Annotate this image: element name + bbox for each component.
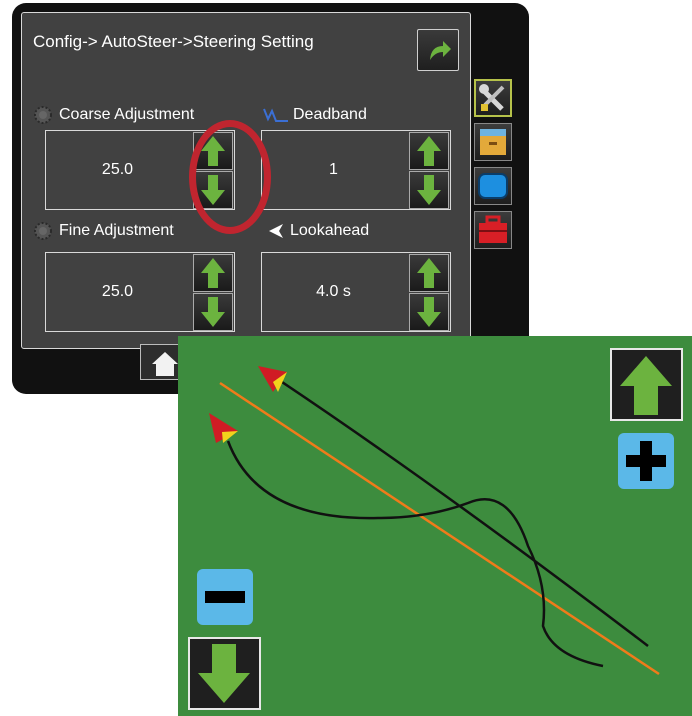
lookahead-text: Lookahead (290, 222, 370, 239)
minus-button[interactable] (197, 569, 253, 625)
deadband-label: Deadband (263, 105, 367, 125)
minus-icon (205, 591, 245, 603)
arrow-down-icon (417, 297, 441, 327)
coarse-adjustment-value: 25.0 (101, 161, 134, 178)
fine-adjustment-text: Fine Adjustment (59, 222, 174, 239)
guidance-line (219, 381, 660, 676)
toolbox-icon (479, 215, 507, 243)
fine-increase-button[interactable] (193, 254, 233, 292)
arrow-up-icon (620, 356, 672, 415)
fine-adjustment-field: 25.0 (45, 252, 235, 332)
lookahead-label: Lookahead (266, 221, 369, 241)
vehicle-marker-upper (258, 366, 287, 392)
deadband-icon (263, 108, 288, 122)
arrow-down-icon (201, 297, 225, 327)
plus-icon (626, 441, 666, 481)
return-arrow-icon (430, 41, 451, 60)
coarse-adjustment-label: Coarse Adjustment (33, 105, 194, 125)
sidebar-item-data[interactable] (474, 123, 512, 161)
wrench-screwdriver-icon (479, 84, 505, 111)
deadband-text: Deadband (293, 106, 367, 123)
steering-setting-screen: Config-> AutoSteer->Steering Setting Coa… (21, 12, 471, 349)
gear-icon (34, 106, 52, 124)
deadband-value: 1 (329, 161, 338, 178)
sidebar-item-display[interactable] (474, 167, 512, 205)
zoom-out-button[interactable] (188, 637, 261, 710)
lookahead-icon (269, 224, 283, 238)
sidebar-item-tools[interactable] (474, 79, 512, 117)
fine-decrease-button[interactable] (193, 293, 233, 331)
lookahead-field: 4.0 s (261, 252, 451, 332)
guidance-map[interactable] (178, 336, 692, 716)
arrow-up-icon (417, 258, 441, 288)
back-button[interactable] (417, 29, 459, 71)
arrow-up-icon (201, 258, 225, 288)
lookahead-increase-button[interactable] (409, 254, 449, 292)
gear-icon (34, 222, 52, 240)
plus-button[interactable] (618, 433, 674, 489)
zoom-in-button[interactable] (610, 348, 683, 421)
arrow-down-icon (198, 644, 250, 703)
vehicle-path (272, 374, 649, 647)
lookahead-decrease-button[interactable] (409, 293, 449, 331)
fine-adjustment-value: 25.0 (101, 283, 134, 300)
fine-adjustment-label: Fine Adjustment (33, 221, 174, 241)
file-cabinet-icon (480, 129, 506, 155)
highlight-circle (189, 120, 271, 234)
arrow-down-icon (417, 175, 441, 205)
coarse-adjustment-text: Coarse Adjustment (59, 106, 195, 123)
deadband-increase-button[interactable] (409, 132, 449, 170)
deadband-field: 1 (261, 130, 451, 210)
sidebar-item-toolbox[interactable] (474, 211, 512, 249)
vehicle-marker-lower (209, 413, 238, 443)
page-title: Config-> AutoSteer->Steering Setting (33, 32, 314, 51)
lookahead-value: 4.0 s (316, 283, 351, 300)
display-icon (478, 173, 508, 199)
deadband-decrease-button[interactable] (409, 171, 449, 209)
arrow-up-icon (417, 136, 441, 166)
